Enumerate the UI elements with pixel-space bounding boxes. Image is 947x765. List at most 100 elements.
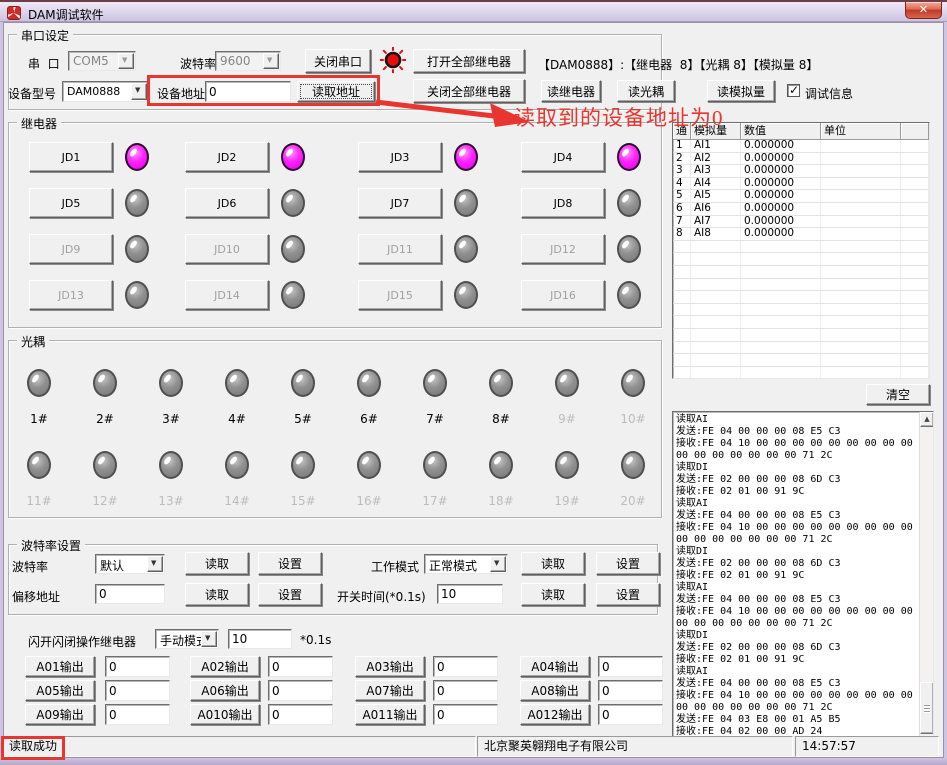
switch-time-read-button[interactable]: 读取 — [521, 583, 585, 606]
baud-read-button[interactable]: 读取 — [185, 552, 249, 575]
device-address-input[interactable]: 0 — [205, 81, 291, 102]
clear-log-button[interactable]: 清空 — [866, 384, 930, 405]
read-address-button[interactable]: 读取地址 — [297, 81, 375, 102]
baud-set-button[interactable]: 设置 — [258, 552, 322, 575]
table-row[interactable]: 8AI80.000000 — [673, 228, 929, 241]
relay-button-jd9[interactable]: JD9 — [29, 234, 113, 264]
table-row[interactable]: 5AI50.000000 — [673, 190, 929, 203]
offset-set-button[interactable]: 设置 — [258, 583, 322, 606]
chevron-down-icon[interactable] — [131, 83, 147, 100]
debug-info-checkbox[interactable] — [787, 84, 800, 97]
ao-output-button-2[interactable]: A02输出 — [190, 656, 260, 677]
table-row[interactable]: 6AI60.000000 — [673, 203, 929, 216]
debug-log-panel[interactable]: 读取AI 发送:FE 04 00 00 00 08 E5 C3 接收:FE 04… — [672, 411, 934, 737]
relay-button-jd4[interactable]: JD4 — [521, 142, 605, 172]
close-all-relays-button[interactable]: 关闭全部继电器 — [413, 79, 525, 103]
relay-button-jd12[interactable]: JD12 — [521, 234, 605, 264]
baud-setting-select[interactable]: 默认 — [95, 554, 165, 574]
offset-address-input[interactable]: 0 — [95, 584, 165, 604]
ao-output-button-8[interactable]: A08输出 — [520, 680, 590, 701]
ao-output-value-input-3[interactable]: 0 — [433, 656, 498, 677]
relay-button-jd7[interactable]: JD7 — [358, 188, 442, 218]
ao-output-button-6[interactable]: A06输出 — [190, 680, 260, 701]
opto-grid: 1#2#3#4#5#6#7#8#9#10#11#12#13#14#15#16#1… — [9, 341, 663, 519]
work-mode-select[interactable]: 正常模式 — [424, 554, 508, 574]
scroll-up-icon[interactable] — [920, 412, 934, 427]
table-cell: AI7 — [691, 216, 741, 229]
open-all-relays-button[interactable]: 打开全部继电器 — [413, 49, 525, 73]
table-row[interactable]: 4AI40.000000 — [673, 178, 929, 191]
close-button[interactable]: ✕ — [905, 2, 942, 19]
table-row[interactable]: 7AI70.000000 — [673, 216, 929, 229]
title-bar[interactable]: DAM调试软件 ✕ — [0, 0, 947, 22]
ao-output-button-11[interactable]: A011输出 — [355, 704, 425, 725]
relay-button-jd6[interactable]: JD6 — [185, 188, 269, 218]
ao-output-value-input-8[interactable]: 0 — [598, 680, 663, 701]
read-opto-button[interactable]: 读光耦 — [617, 80, 675, 102]
relay-button-jd11[interactable]: JD11 — [358, 234, 442, 264]
switch-time-input[interactable]: 10 — [437, 584, 503, 604]
relay-button-jd8[interactable]: JD8 — [521, 188, 605, 218]
ao-output-button-1[interactable]: A01输出 — [25, 656, 95, 677]
ao-output-button-12[interactable]: A012输出 — [520, 704, 590, 725]
ao-output-value-input-10[interactable]: 0 — [268, 704, 333, 725]
model-select[interactable]: DAM0888 — [62, 81, 149, 102]
chevron-down-icon[interactable] — [201, 631, 217, 647]
scrollbar-thumb[interactable] — [920, 682, 934, 734]
relay-button-jd14[interactable]: JD14 — [185, 280, 269, 310]
opto-label-18: 18# — [481, 494, 521, 508]
relay-button-jd15[interactable]: JD15 — [358, 280, 442, 310]
table-cell — [673, 342, 691, 355]
opto-indicator-12 — [93, 451, 117, 479]
ao-output-button-7[interactable]: A07输出 — [355, 680, 425, 701]
table-cell — [673, 316, 691, 329]
work-mode-label: 工作模式 — [371, 558, 419, 575]
ao-output-value-input-11[interactable]: 0 — [433, 704, 498, 725]
relay-button-jd3[interactable]: JD3 — [358, 142, 442, 172]
table-cell: 0.000000 — [741, 178, 821, 191]
relay-button-jd1[interactable]: JD1 — [29, 142, 113, 172]
ao-output-value-input-12[interactable]: 0 — [598, 704, 663, 725]
read-analog-button[interactable]: 读模拟量 — [707, 80, 775, 102]
ao-output-value-input-4[interactable]: 0 — [598, 656, 663, 677]
chevron-down-icon[interactable] — [263, 53, 279, 69]
work-mode-set-button[interactable]: 设置 — [596, 552, 660, 575]
relay-button-jd2[interactable]: JD2 — [185, 142, 269, 172]
baud-select[interactable]: 9600 — [215, 51, 281, 71]
offset-read-button[interactable]: 读取 — [185, 583, 249, 606]
table-row[interactable]: 3AI30.000000 — [673, 165, 929, 178]
work-mode-read-button[interactable]: 读取 — [521, 552, 585, 575]
analog-table[interactable]: 通模拟量数值单位 1AI10.0000002AI20.0000003AI30.0… — [672, 122, 930, 379]
ao-output-value-input-6[interactable]: 0 — [268, 680, 333, 701]
ao-output-button-5[interactable]: A05输出 — [25, 680, 95, 701]
chevron-down-icon[interactable] — [490, 556, 506, 572]
table-row[interactable]: 2AI20.000000 — [673, 153, 929, 166]
opto-indicator-10 — [621, 369, 645, 397]
table-cell — [673, 253, 691, 266]
table-cell — [673, 304, 691, 317]
close-serial-button[interactable]: 关闭串口 — [305, 49, 371, 73]
read-relay-button[interactable]: 读继电器 — [541, 80, 601, 102]
chevron-down-icon[interactable] — [118, 53, 134, 69]
flash-mode-select[interactable]: 手动模式 — [155, 629, 219, 649]
baud-setting-label: 波特率 — [12, 558, 48, 575]
log-scrollbar[interactable] — [919, 412, 933, 736]
relay-button-jd5[interactable]: JD5 — [29, 188, 113, 218]
relay-button-jd16[interactable]: JD16 — [521, 280, 605, 310]
ao-output-value-input-7[interactable]: 0 — [433, 680, 498, 701]
ao-output-button-3[interactable]: A03输出 — [355, 656, 425, 677]
relay-button-jd13[interactable]: JD13 — [29, 280, 113, 310]
ao-output-button-4[interactable]: A04输出 — [520, 656, 590, 677]
ao-output-value-input-2[interactable]: 0 — [268, 656, 333, 677]
port-select[interactable]: COM5 — [68, 51, 136, 71]
table-row[interactable]: 1AI10.000000 — [673, 140, 929, 153]
ao-output-button-10[interactable]: A010输出 — [190, 704, 260, 725]
ao-output-value-input-5[interactable]: 0 — [105, 680, 170, 701]
chevron-down-icon[interactable] — [147, 556, 163, 572]
ao-output-button-9[interactable]: A09输出 — [25, 704, 95, 725]
ao-output-value-input-9[interactable]: 0 — [105, 704, 170, 725]
switch-time-set-button[interactable]: 设置 — [596, 583, 660, 606]
flash-time-input[interactable]: 10 — [228, 629, 292, 649]
relay-button-jd10[interactable]: JD10 — [185, 234, 269, 264]
ao-output-value-input-1[interactable]: 0 — [105, 656, 170, 677]
